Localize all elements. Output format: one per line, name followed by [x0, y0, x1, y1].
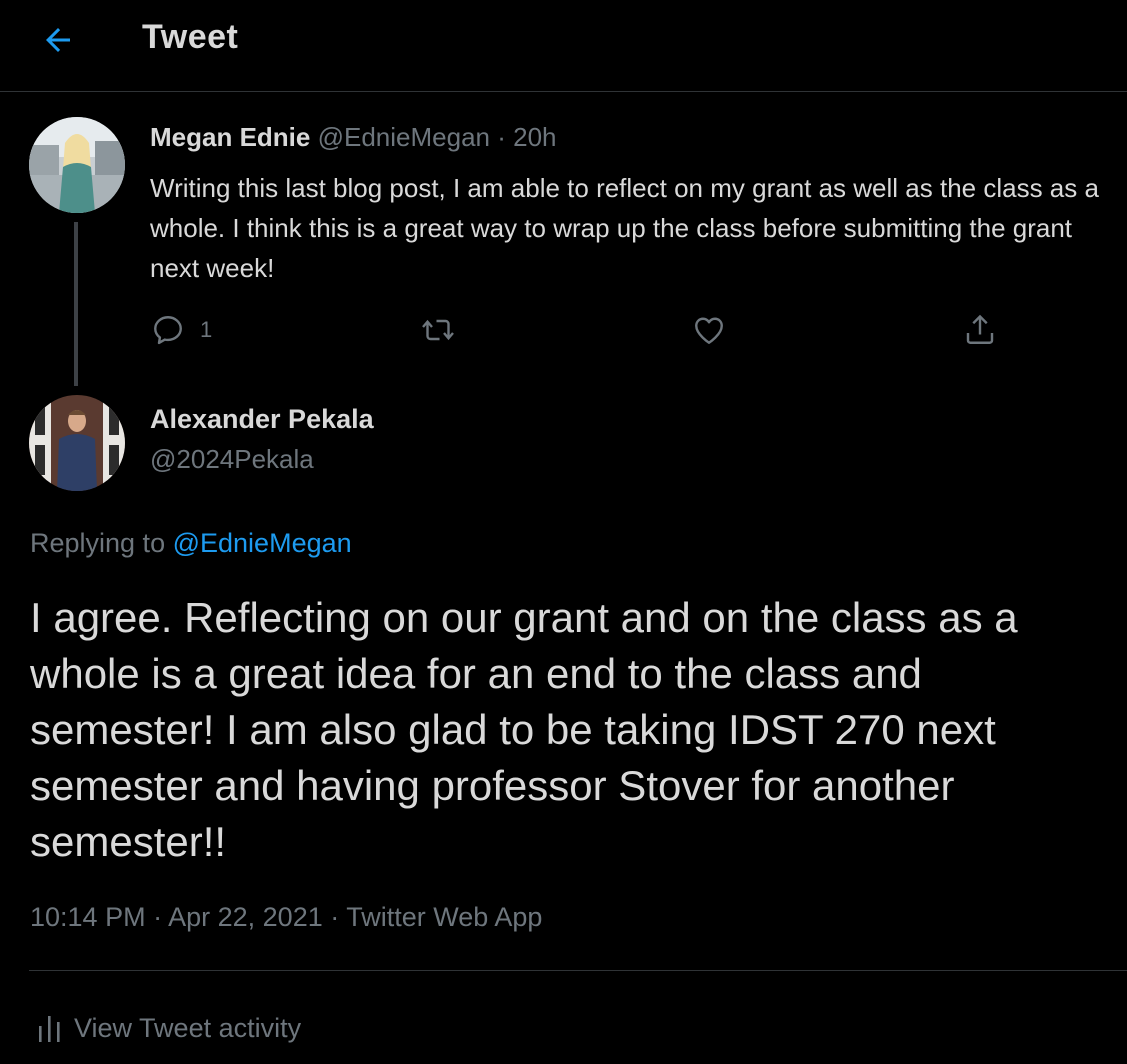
- bar-chart-icon: [39, 1016, 60, 1042]
- arrow-left-icon: [46, 28, 70, 52]
- share-button[interactable]: [962, 308, 998, 352]
- divider: [29, 970, 1127, 971]
- separator: ·: [497, 122, 506, 152]
- avatar-image: [29, 395, 125, 491]
- tweet-page: Tweet Megan Ednie @EdnieMegan · 20h Writ…: [0, 0, 1127, 1064]
- replying-handle-link[interactable]: @EdnieMegan: [173, 528, 352, 558]
- avatar-image: [29, 117, 125, 213]
- heart-icon: [695, 317, 723, 344]
- reply-count: 1: [200, 317, 213, 342]
- view-tweet-activity-button[interactable]: View Tweet activity: [36, 1006, 301, 1050]
- meta-separator: ·: [153, 902, 163, 932]
- retweet-icon: [422, 319, 454, 341]
- tweet-source[interactable]: Twitter Web App: [346, 902, 542, 932]
- retweet-button[interactable]: [420, 308, 456, 352]
- meta-separator: ·: [330, 902, 340, 932]
- parent-author-handle[interactable]: @EdnieMegan: [318, 122, 490, 152]
- tweet-time[interactable]: 10:14 PM: [30, 902, 146, 932]
- page-header: Tweet: [0, 0, 1127, 92]
- parent-tweet-actions: 1: [150, 308, 1020, 352]
- reply-author-name[interactable]: Alexander Pekala: [150, 404, 374, 435]
- back-button[interactable]: [36, 20, 80, 60]
- parent-author-name[interactable]: Megan Ednie: [150, 122, 310, 152]
- reply-tweet-text: I agree. Reflecting on our grant and on …: [30, 594, 1018, 865]
- reply-icon: [154, 316, 182, 345]
- parent-time-ago[interactable]: 20h: [513, 122, 556, 152]
- parent-tweet-header: Megan Ednie @EdnieMegan · 20h: [150, 122, 557, 153]
- thread-connector: [74, 222, 78, 386]
- replying-to: Replying to @EdnieMegan: [30, 528, 352, 559]
- like-button[interactable]: [691, 308, 727, 352]
- avatar-megan-ednie[interactable]: [29, 117, 125, 213]
- reply-button[interactable]: 1: [150, 308, 212, 352]
- page-title: Tweet: [142, 18, 239, 56]
- reply-author-handle[interactable]: @2024Pekala: [150, 444, 314, 475]
- share-icon: [966, 314, 994, 344]
- parent-tweet-text: Writing this last blog post, I am able t…: [150, 173, 1099, 283]
- tweet-meta: 10:14 PM · Apr 22, 2021 · Twitter Web Ap…: [30, 902, 542, 933]
- replying-prefix: Replying to: [30, 528, 166, 558]
- tweet-date[interactable]: Apr 22, 2021: [168, 902, 323, 932]
- activity-label: View Tweet activity: [74, 1012, 302, 1043]
- avatar-alexander-pekala[interactable]: [29, 395, 125, 491]
